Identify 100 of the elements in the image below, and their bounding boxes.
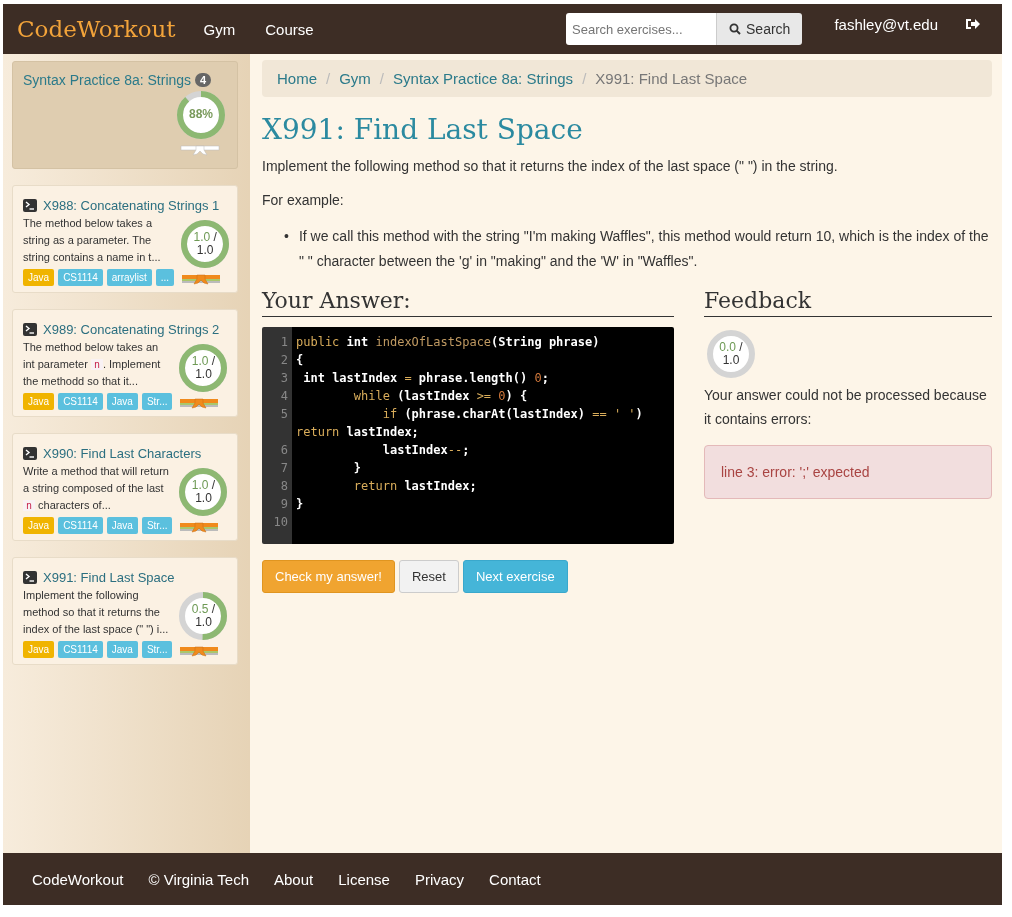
count-badge: 4 [195, 73, 212, 87]
code-line: if (phrase.charAt(lastIndex) == ' ') return lastIndex; [296, 406, 644, 441]
tag[interactable]: ... [155, 269, 175, 286]
exercise-card[interactable]: X989: Concatenating Strings 2 The method below takes an int parameter n . Implement the methodd so that it... Java CS1114 Java Str... 1.0 / 1.0 [12, 309, 238, 417]
tag[interactable]: Str... [141, 641, 173, 658]
exercise-card[interactable]: X991: Find Last Space Implement the following method so that it returns the index of the last space (" ") i... Java CS1114 Java Str... 0.5 / 1.0 [12, 557, 238, 665]
code-line: lastIndex--; [381, 442, 471, 459]
belt-icon [179, 645, 220, 657]
exercise-heading: X991: Find Last Space [262, 113, 584, 146]
error-message: line 3: error: ';' expected [721, 464, 870, 480]
search-button[interactable]: Search [716, 13, 803, 45]
tag[interactable]: Str... [141, 517, 173, 534]
tag[interactable]: CS1114 [58, 517, 103, 534]
breadcrumb-separator: / [326, 70, 331, 87]
tag[interactable]: Str... [141, 393, 173, 410]
belt-icon [180, 144, 220, 156]
terminal-icon [23, 323, 37, 336]
example-label: For example: [262, 191, 345, 210]
code-line: public int indexOfLastSpace(String phrase) [296, 334, 601, 351]
tag[interactable]: CS1114 [58, 393, 103, 410]
footer-link[interactable]: Privacy [414, 870, 465, 888]
footer-link[interactable]: License [338, 870, 390, 888]
action-button[interactable]: Check my answer! [262, 560, 395, 593]
exercise-description: The method below takes an int parameter n . Implement the methodd so that it... [23, 340, 162, 389]
footer-brand: CodeWorkout [32, 870, 124, 888]
tag[interactable]: CS1114 [58, 269, 103, 286]
line-number: 3 [279, 370, 289, 387]
line-number: 2 [279, 352, 289, 369]
collection-title[interactable]: Syntax Practice 8a: Strings [23, 72, 192, 88]
breadcrumb-current: X991: Find Last Space [595, 70, 748, 87]
score-slash: / [211, 478, 216, 492]
tag[interactable]: Java [106, 641, 138, 658]
exercise-card[interactable]: X990: Find Last Characters Write a method that will return a string composed of the last n characters of... Java CS1114 Java Str... 1.0 / 1.0 [12, 433, 238, 541]
footer-link[interactable]: About [274, 870, 314, 888]
exercise-title[interactable]: X988: Concatenating Strings 1 [43, 198, 220, 213]
score-slash: / [213, 230, 217, 244]
breadcrumb-separator: / [379, 70, 385, 87]
code-line: return lastIndex; [352, 478, 478, 495]
exercise-description: The method below takes a string as a parameter. The string contains a name in t... [23, 216, 162, 265]
line-number: 4 [279, 388, 289, 405]
score-slash: / [211, 602, 216, 616]
line-number: 6 [279, 442, 289, 459]
code-line: { [296, 352, 305, 369]
score-max: 1.0 [194, 616, 213, 629]
tag[interactable]: Java [106, 393, 138, 410]
logout-icon[interactable] [966, 18, 980, 30]
search-field[interactable]: Search exercises... [566, 13, 716, 45]
line-number: 5 [279, 406, 289, 423]
terminal-icon [23, 199, 37, 212]
example-text: If we call this method with the string "I'm making Waffles", this method would return 10, which is the index of the " " character between the 'g' in "making" and the 'W' in "Waffles". [298, 227, 990, 271]
score-value: 1.0 [191, 354, 209, 368]
search-icon [729, 23, 741, 35]
breadcrumb-link[interactable]: Syntax Practice 8a: Strings [393, 70, 574, 87]
score-slash: / [211, 354, 216, 368]
belt-icon [179, 521, 220, 533]
exercise-title[interactable]: X990: Find Last Characters [43, 446, 202, 461]
breadcrumb-separator: / [582, 70, 587, 87]
breadcrumb-link[interactable]: Home [277, 70, 317, 87]
score-max: 1.0 [194, 368, 213, 381]
code-line: int lastIndex = phrase.length() 0; [302, 370, 550, 387]
progress-label: 88% [188, 107, 214, 121]
exercise-title[interactable]: X991: Find Last Space [43, 570, 175, 585]
nav-link[interactable]: Gym [203, 20, 236, 38]
action-button[interactable]: Reset [398, 560, 459, 593]
score-value: 1.0 [193, 230, 211, 244]
feedback-heading: Feedback [704, 288, 992, 317]
terminal-icon [23, 447, 37, 460]
terminal-icon [23, 571, 37, 584]
line-number: 7 [279, 460, 289, 477]
score-max: 1.0 [194, 492, 213, 505]
tag[interactable]: CS1114 [58, 641, 103, 658]
belt-icon [181, 273, 222, 285]
tag[interactable]: Java [106, 517, 138, 534]
score-value: 1.0 [191, 478, 209, 492]
nav-link[interactable]: Course [265, 20, 314, 38]
exercise-description: Write a method that will return a string composed of the last n characters of... [23, 464, 170, 513]
footer-link[interactable]: Contact [489, 870, 541, 888]
tag[interactable]: arraylist [106, 269, 152, 286]
score-ring [704, 327, 758, 381]
footer-copyright: © Virginia Tech [148, 870, 249, 888]
action-button[interactable]: Next exercise [462, 560, 568, 593]
user-email[interactable]: fashley@vt.edu [834, 16, 938, 33]
score-value: 0.5 [191, 602, 209, 616]
score-max: 1.0 [195, 244, 215, 257]
line-number: 8 [279, 478, 289, 495]
logo[interactable]: CodeWorkout [17, 16, 176, 42]
line-number: 1 [279, 334, 289, 351]
exercise-title[interactable]: X989: Concatenating Strings 2 [43, 322, 220, 337]
progress-ring [174, 88, 228, 142]
code-line: } [296, 496, 305, 513]
score-value: 0.0 [719, 340, 736, 354]
code-editor[interactable] [262, 327, 674, 544]
code-line: } [352, 460, 363, 477]
feedback-message: Your answer could not be processed because it contains errors: [704, 386, 988, 429]
bullet-marker: • [284, 227, 289, 246]
code-line: while (lastIndex >= 0) { [352, 388, 529, 405]
exercise-card[interactable]: X988: Concatenating Strings 1 The method below takes a string as a parameter. The string contains a name in t... Java CS1114 arraylist ... 1.0 / 1.0 [12, 185, 238, 293]
breadcrumb-link[interactable]: Gym [339, 70, 371, 87]
line-number: 9 [279, 496, 289, 513]
exercise-description: Implement the following method so that it returns the index of the last space (" ") i... [23, 588, 170, 637]
